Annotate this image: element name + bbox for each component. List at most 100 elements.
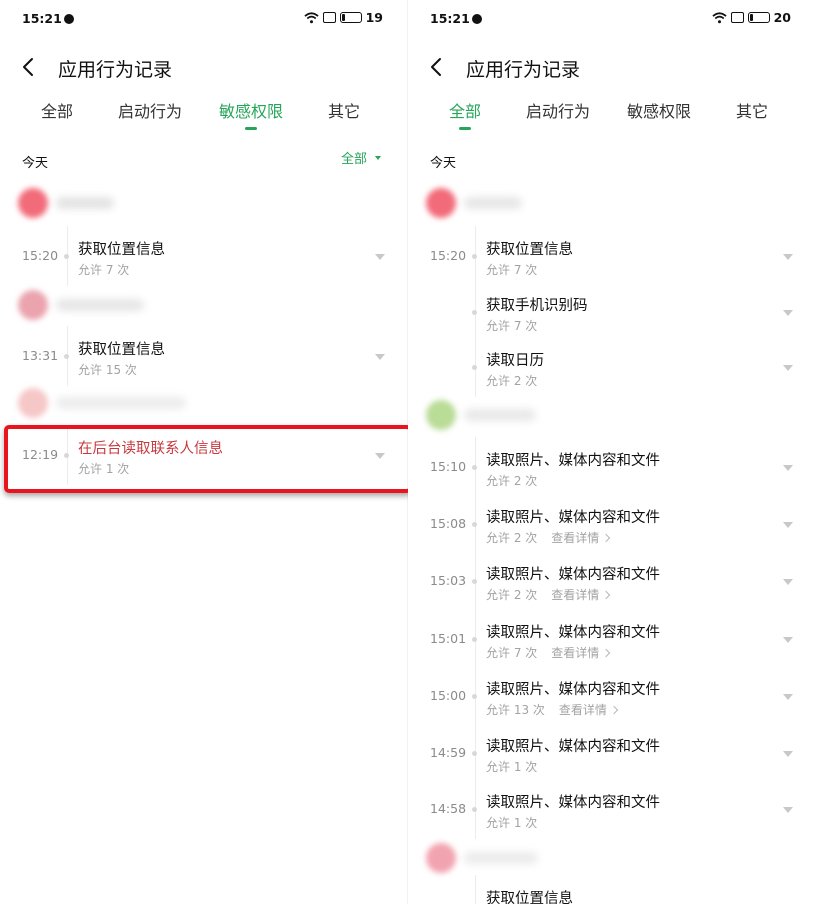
chevron-right-icon [609,705,619,715]
header: 应用行为记录 [0,52,407,82]
app-icon [426,400,456,430]
event-count: 允许 7 次 [486,646,538,660]
event-name: 读取照片、媒体内容和文件 [486,682,660,698]
event-row[interactable]: 获取位置信息 [408,875,815,904]
event-count: 允许 1 次 [486,816,538,830]
expand-arrow-icon[interactable] [783,751,793,757]
view-details-link[interactable]: 查看详情 [551,531,599,545]
expand-arrow-icon[interactable] [783,365,793,371]
back-arrow-icon[interactable] [18,56,40,78]
tab-all[interactable]: 全部 [41,98,73,122]
expand-arrow-icon[interactable] [783,807,793,813]
screen-record-icon [730,12,744,23]
header: 应用行为记录 [408,52,815,82]
event-row[interactable]: 15:03 读取照片、媒体内容和文件 允许 2 次查看详情 [408,551,815,611]
view-details-link[interactable]: 查看详情 [551,646,599,660]
event-time: 14:58 [430,801,467,816]
event-name: 读取照片、媒体内容和文件 [486,795,660,811]
event-count: 允许 2 次 [486,474,538,488]
chevron-right-icon [602,648,611,658]
expand-arrow-icon[interactable] [783,694,793,700]
battery-level: 19 [365,10,383,25]
expand-arrow-icon[interactable] [375,254,385,260]
view-details-link[interactable]: 查看详情 [551,588,599,602]
status-bar: 15:21 19 [22,10,383,28]
event-row[interactable]: 15:01 读取照片、媒体内容和文件 允许 7 次查看详情 [408,609,815,669]
tab-launch-behavior[interactable]: 启动行为 [526,98,590,122]
event-name: 读取日历 [486,353,544,369]
event-row[interactable]: 读取日历 允许 2 次 [408,337,815,397]
event-time: 15:20 [22,248,59,263]
event-row[interactable]: 15:20 获取位置信息 允许 7 次 [0,226,407,286]
status-bar: 15:21 20 [430,10,791,28]
event-row[interactable]: 13:31 获取位置信息 允许 15 次 [0,326,407,386]
tab-bar: 全部 启动行为 敏感权限 其它 [0,98,407,130]
expand-arrow-icon[interactable] [375,354,385,360]
notification-dot-icon [472,14,482,24]
tab-all[interactable]: 全部 [449,98,481,130]
event-row[interactable]: 14:59 读取照片、媒体内容和文件 允许 1 次 [408,723,815,783]
event-row[interactable]: 15:08 读取照片、媒体内容和文件 允许 2 次查看详情 [408,494,815,554]
event-count: 允许 7 次 [486,319,538,333]
section-today: 今天 [22,156,49,171]
section-today: 今天 [430,156,457,171]
expand-arrow-icon[interactable] [783,310,793,316]
page-title: 应用行为记录 [58,59,173,81]
chevron-right-icon [602,590,611,600]
status-time: 15:21 [22,11,62,26]
battery-icon [339,12,362,23]
event-name: 读取照片、媒体内容和文件 [486,567,660,583]
event-row[interactable]: 14:58 读取照片、媒体内容和文件 允许 1 次 [408,779,815,839]
back-arrow-icon[interactable] [426,56,448,78]
active-tab-indicator [459,127,471,130]
right-screen: 15:21 20 应用行为记录 全部 启动行为 敏感权限 其它 今天 15:20… [408,0,815,904]
event-time: 15:00 [430,688,467,703]
notification-dot-icon [64,14,74,24]
view-details-link[interactable]: 查看详情 [559,703,607,717]
battery-level: 20 [773,10,791,25]
tab-bar: 全部 启动行为 敏感权限 其它 [408,98,815,130]
event-time: 15:03 [430,573,467,588]
battery-icon [747,12,770,23]
event-count: 允许 13 次 [486,703,545,717]
expand-arrow-icon[interactable] [783,465,793,471]
event-time: 15:20 [430,248,467,263]
event-time: 15:01 [430,631,467,646]
tab-other[interactable]: 其它 [736,98,768,122]
event-count: 允许 7 次 [486,263,538,277]
event-name: 读取照片、媒体内容和文件 [486,625,660,641]
app-icon [426,843,456,873]
app-icon [426,188,456,218]
app-icon [18,290,48,320]
event-time: 15:08 [430,516,467,531]
dropdown-arrow-icon [375,155,381,160]
expand-arrow-icon[interactable] [783,522,793,528]
event-name: 获取位置信息 [78,242,165,258]
expand-arrow-icon[interactable] [783,254,793,260]
event-count: 允许 1 次 [486,760,538,774]
tab-launch-behavior[interactable]: 启动行为 [118,98,182,122]
event-row[interactable]: 15:10 读取照片、媒体内容和文件 允许 2 次 [408,437,815,497]
event-name: 获取位置信息 [486,891,573,904]
filter-dropdown[interactable]: 全部 [341,148,381,167]
event-count: 允许 15 次 [78,363,137,377]
tab-other[interactable]: 其它 [328,98,360,122]
page-title: 应用行为记录 [466,59,581,81]
event-count: 允许 2 次 [486,588,538,602]
highlight-annotation-box [4,425,412,493]
event-count: 允许 2 次 [486,374,538,388]
event-name: 读取照片、媒体内容和文件 [486,510,660,526]
event-name: 获取手机识别码 [486,298,588,314]
event-name: 获取位置信息 [486,242,573,258]
expand-arrow-icon[interactable] [783,579,793,585]
event-row[interactable]: 获取手机识别码 允许 7 次 [408,282,815,342]
event-row[interactable]: 15:20 获取位置信息 允许 7 次 [408,226,815,286]
tab-sensitive-permissions[interactable]: 敏感权限 [219,98,283,130]
event-time: 13:31 [22,348,59,363]
expand-arrow-icon[interactable] [783,637,793,643]
event-time: 15:10 [430,459,467,474]
screen-record-icon [322,12,336,23]
event-row[interactable]: 15:00 读取照片、媒体内容和文件 允许 13 次查看详情 [408,666,815,726]
chevron-right-icon [602,533,611,543]
tab-sensitive-permissions[interactable]: 敏感权限 [627,98,691,122]
